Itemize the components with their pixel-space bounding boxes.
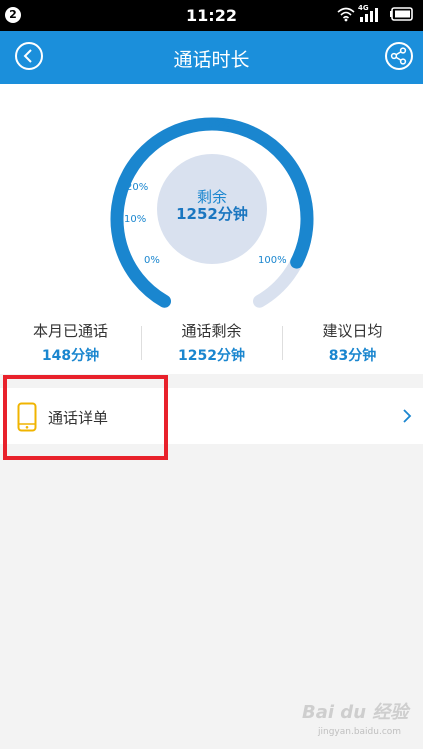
- chevron-right-icon: [403, 409, 412, 423]
- remaining-value: 1252分钟: [176, 205, 248, 223]
- stat-month-used: 本月已通话 148分钟: [0, 320, 141, 365]
- stat-value: 1252分钟: [178, 348, 245, 364]
- stat-label: 建议日均: [322, 322, 383, 340]
- stats-row: 本月已通话 148分钟 通话剩余 1252分钟 建议日均 83分钟: [0, 320, 423, 368]
- stat-label: 通话剩余: [181, 322, 242, 340]
- tick-label: 0%: [144, 255, 160, 266]
- battery-icon: [390, 7, 413, 21]
- tick-label: 10%: [124, 214, 147, 225]
- tick-label: 50%: [208, 119, 231, 130]
- status-icons: 4G: [337, 4, 417, 26]
- tick-label: 100%: [258, 255, 287, 266]
- stat-daily-suggested: 建议日均 83分钟: [282, 320, 423, 365]
- stat-value: 148分钟: [41, 348, 100, 364]
- highlight-box: [3, 375, 168, 460]
- page-title: 通话时长: [173, 49, 250, 71]
- stat-value: 83分钟: [328, 348, 377, 364]
- status-bar: 2 11:22 4G: [0, 0, 423, 31]
- wifi-icon: [337, 7, 355, 22]
- watermark-url: jingyan.baidu.com: [318, 727, 402, 737]
- title-bar: 通话时长: [0, 31, 423, 84]
- stat-remaining: 通话剩余 1252分钟: [141, 320, 282, 365]
- share-button[interactable]: [385, 42, 413, 70]
- signal-icon: [360, 8, 378, 22]
- share-icon: [390, 47, 407, 65]
- watermark: Bai du 经验: [302, 702, 409, 723]
- stat-label: 本月已通话: [32, 322, 108, 340]
- tick-label: 20%: [126, 182, 149, 193]
